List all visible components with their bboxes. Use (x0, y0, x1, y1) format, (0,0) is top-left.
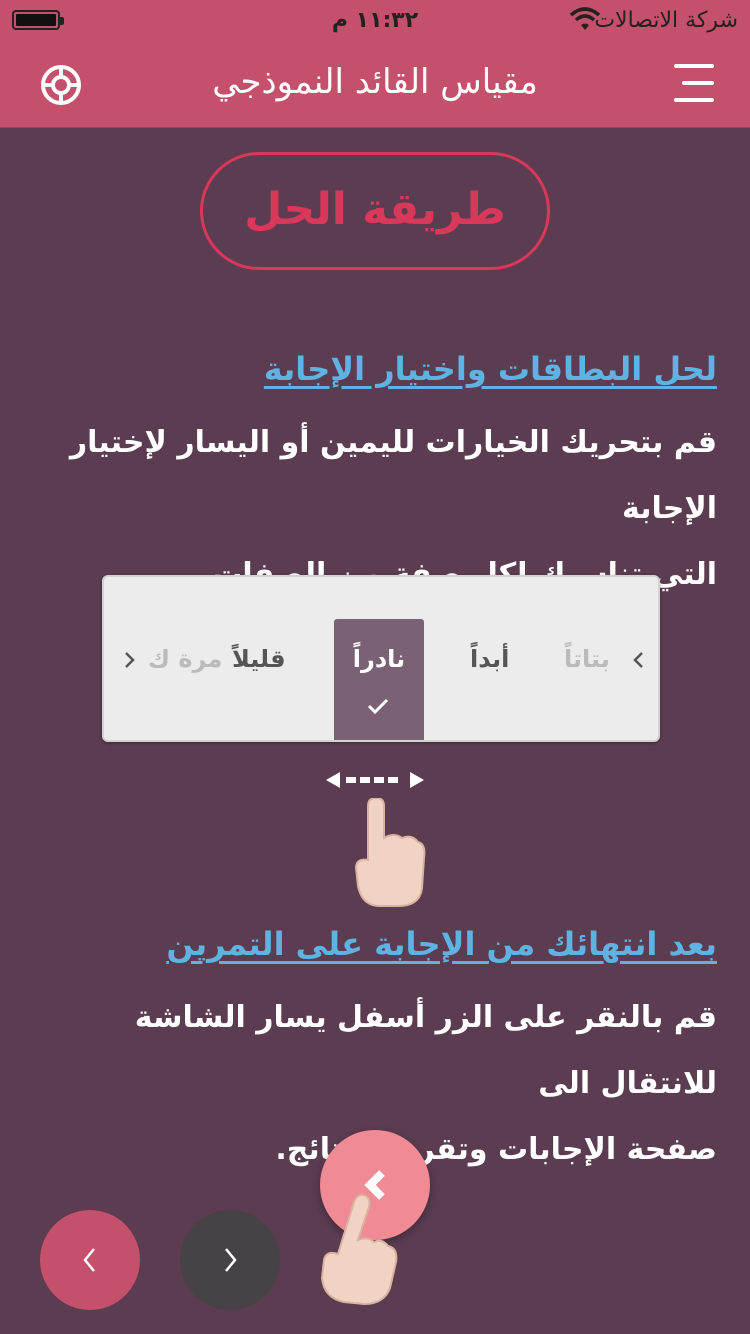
section-heading-finish[interactable]: بعد انتهائك من الإجابة على التمرين (166, 925, 717, 963)
picker-option-selected[interactable]: نادراً (334, 619, 424, 740)
status-bar: ١١:٣٢ م شركة الاتصالات (0, 0, 750, 40)
section-heading-cards[interactable]: لحل البطاقات واختيار الإجابة (264, 350, 717, 388)
chevron-left-icon (83, 1248, 95, 1272)
solution-method-button[interactable]: طريقة الحل (200, 152, 550, 270)
picker-option[interactable]: أبداً (470, 645, 509, 673)
picker-option-label: نادراً (352, 645, 406, 673)
checkmark-icon (367, 698, 389, 715)
page-title: مقياس القائد النموذجي (212, 62, 538, 102)
chevron-right-icon (225, 1248, 237, 1272)
picker-option[interactable]: مرة ك (148, 645, 222, 673)
answer-picker[interactable]: مرة ك قليلاً نادراً أبداً بتاتاً (102, 575, 660, 742)
tapping-hand-icon (320, 1193, 398, 1306)
chevron-left-icon[interactable] (122, 649, 136, 671)
next-button[interactable] (180, 1210, 280, 1310)
menu-button[interactable] (668, 60, 714, 106)
chevron-right-icon[interactable] (632, 649, 646, 671)
carrier-name: شركة الاتصالات (594, 8, 738, 33)
pointing-hand-icon (354, 798, 426, 907)
swipe-arrow-icon (326, 772, 424, 788)
hamburger-icon (674, 64, 714, 68)
picker-option[interactable]: قليلاً (232, 645, 286, 673)
back-button[interactable] (40, 1210, 140, 1310)
picker-option[interactable]: بتاتاً (564, 645, 610, 673)
nav-bar: مقياس القائد النموذجي (0, 40, 750, 128)
